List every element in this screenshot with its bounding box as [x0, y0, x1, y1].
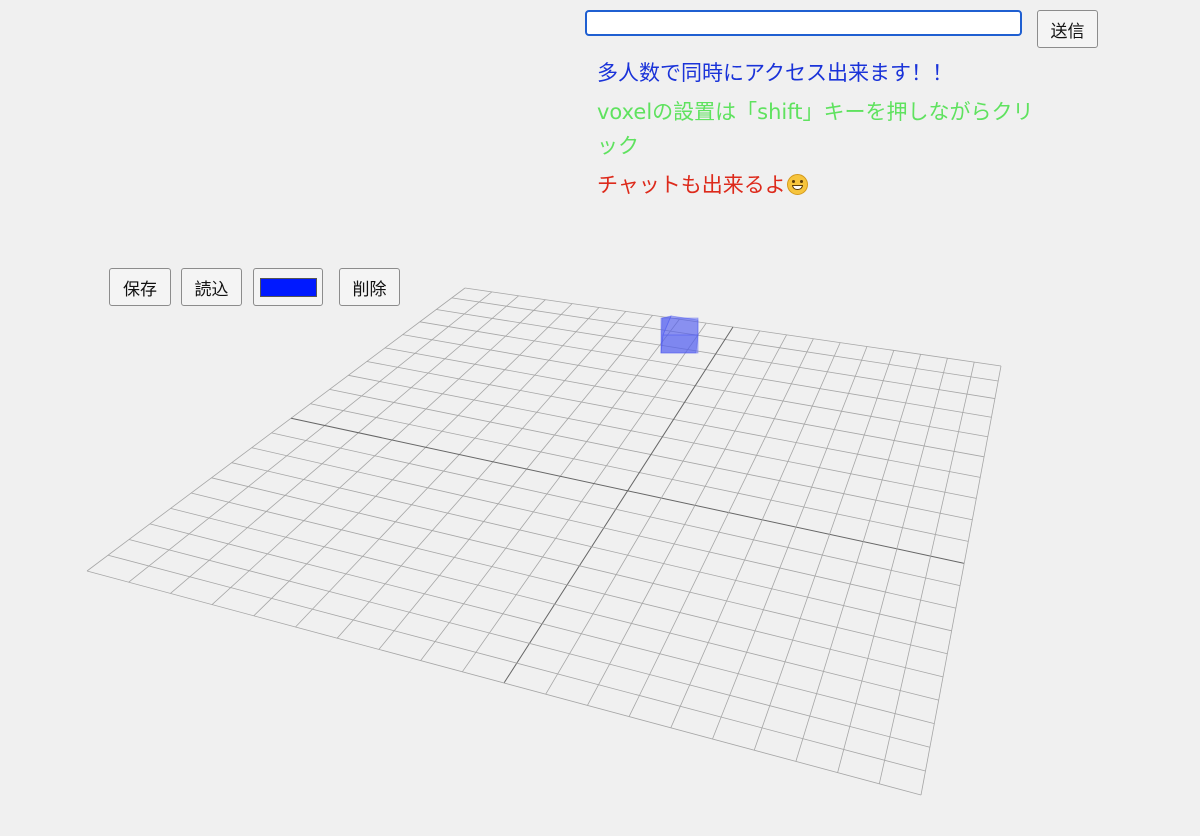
grid-line — [920, 365, 1002, 796]
grid-line — [753, 350, 895, 751]
voxel-cube[interactable] — [660, 315, 699, 354]
grid-line — [670, 342, 841, 728]
grid-line — [378, 315, 653, 650]
grid-line — [712, 346, 868, 740]
voxel-body — [660, 317, 699, 354]
grid-line — [878, 362, 975, 784]
grid-line — [336, 311, 627, 639]
ground-grid[interactable] — [86, 287, 1002, 796]
grid-line — [211, 299, 546, 605]
grid-line — [128, 539, 931, 748]
grid-line — [128, 291, 493, 583]
grid-line — [86, 570, 922, 796]
grid-line — [170, 295, 519, 594]
grid-line — [108, 554, 926, 772]
voxel-scene[interactable] — [0, 0, 1200, 836]
grid-line — [795, 354, 921, 762]
grid-line — [295, 307, 600, 628]
grid-line — [86, 287, 466, 572]
grid-line — [420, 318, 680, 661]
